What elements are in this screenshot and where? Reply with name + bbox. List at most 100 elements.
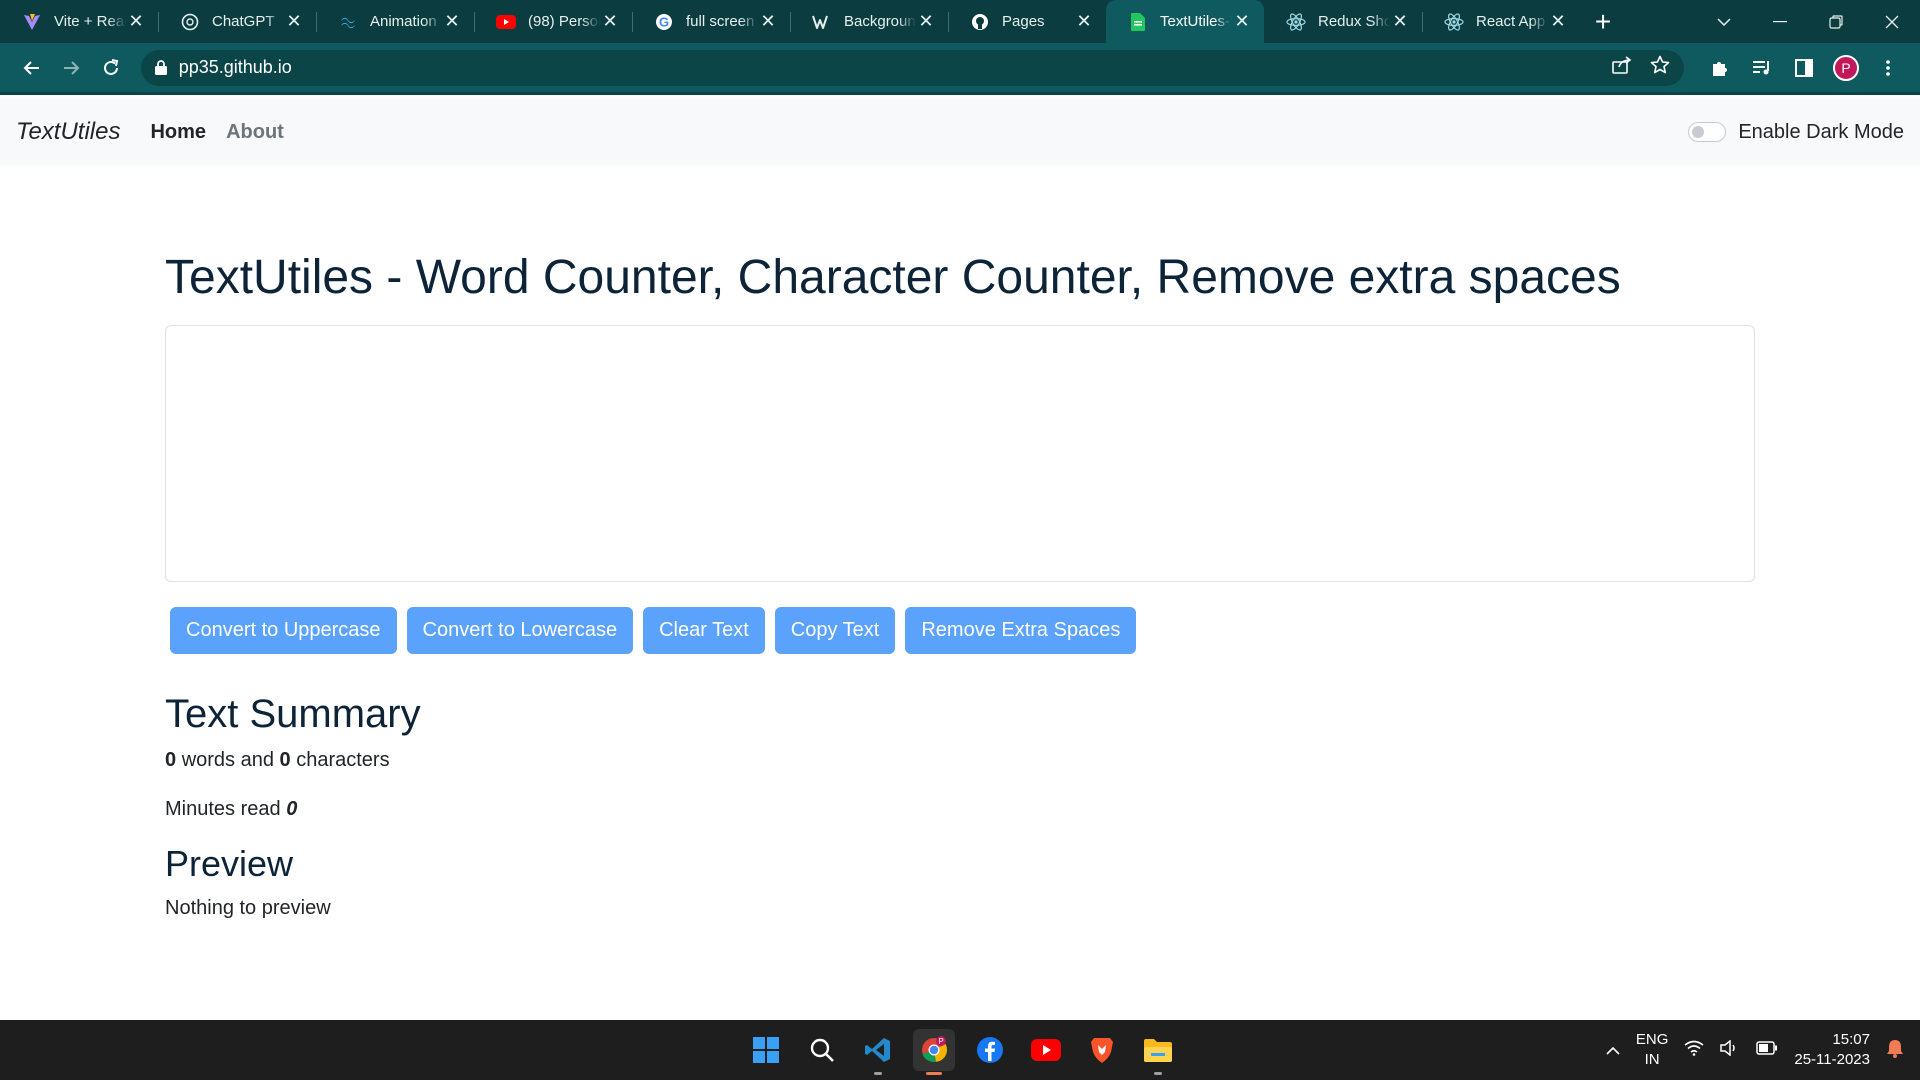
clock-date: 25-11-2023 <box>1794 1051 1870 1068</box>
tab-search-chevron-icon[interactable] <box>1696 0 1752 43</box>
browser-tab[interactable]: Background ✕ <box>790 0 948 43</box>
language-code: ENG <box>1635 1031 1669 1048</box>
text-input-area[interactable] <box>165 324 1755 582</box>
close-tab-icon[interactable]: ✕ <box>1548 11 1568 32</box>
app-navbar: TextUtiles Home About Enable Dark Mode <box>0 98 1920 166</box>
lock-icon[interactable] <box>154 60 167 75</box>
close-tab-icon[interactable]: ✕ <box>600 11 620 32</box>
clock-time: 15:07 <box>1832 1031 1870 1048</box>
minutes-read-label: Minutes read <box>165 797 281 820</box>
convert-lowercase-button[interactable]: Convert to Lowercase <box>406 606 634 654</box>
chrome-icon[interactable]: P <box>913 1029 955 1075</box>
browser-tab[interactable]: Redux Shop ✕ <box>1264 0 1422 43</box>
clear-text-button[interactable]: Clear Text <box>643 606 765 654</box>
main-content: TextUtiles - Word Counter, Character Cou… <box>165 166 1755 920</box>
brave-icon[interactable] <box>1081 1029 1123 1071</box>
google-icon: G <box>654 12 674 32</box>
tab-title: Redux Shop <box>1318 13 1390 30</box>
text-summary-heading: Text Summary <box>165 691 421 736</box>
reload-icon[interactable] <box>91 48 131 88</box>
more-menu-icon[interactable] <box>1868 48 1908 88</box>
file-explorer-icon[interactable] <box>1137 1029 1179 1075</box>
close-tab-icon[interactable]: ✕ <box>1074 11 1094 32</box>
close-tab-icon[interactable]: ✕ <box>284 11 304 32</box>
nav-link-about[interactable]: About <box>226 121 284 144</box>
minutes-read: Minutes read 0 <box>165 798 1755 821</box>
forward-arrow-icon[interactable] <box>52 48 92 88</box>
close-window-icon[interactable] <box>1864 0 1920 43</box>
browser-tab-active[interactable]: TextUtiles-Word ✕ <box>1106 0 1264 43</box>
youtube-icon <box>496 12 516 32</box>
restore-window-icon[interactable] <box>1808 0 1864 43</box>
close-tab-icon[interactable]: ✕ <box>916 11 936 32</box>
address-bar[interactable]: pp35.github.io <box>140 49 1684 86</box>
vite-icon <box>22 12 42 32</box>
side-panel-icon[interactable] <box>1784 48 1824 88</box>
input-language[interactable]: ENG IN <box>1636 1030 1669 1070</box>
system-tray: ENG IN 15:07 25-11-2023 <box>1606 1020 1904 1080</box>
vscode-icon[interactable] <box>857 1029 899 1075</box>
browser-tab[interactable]: Animation ✕ <box>316 0 474 43</box>
volume-icon[interactable] <box>1720 1039 1740 1060</box>
nav-link-home[interactable]: Home <box>150 121 206 144</box>
back-arrow-icon[interactable] <box>12 48 52 88</box>
wifi-icon[interactable] <box>1684 1040 1704 1060</box>
close-tab-icon[interactable]: ✕ <box>442 11 462 32</box>
copy-text-button[interactable]: Copy Text <box>774 606 896 654</box>
github-icon <box>970 12 990 32</box>
tab-title: Vite + React <box>54 13 126 30</box>
close-tab-icon[interactable]: ✕ <box>126 11 146 32</box>
minimize-window-icon[interactable] <box>1752 0 1808 43</box>
dark-mode-label[interactable]: Enable Dark Mode <box>1738 121 1904 144</box>
url-text[interactable]: pp35.github.io <box>179 57 292 78</box>
windows-start-icon[interactable] <box>745 1029 787 1071</box>
browser-tab[interactable]: React App ✕ <box>1422 0 1580 43</box>
close-tab-icon[interactable]: ✕ <box>758 11 778 32</box>
action-buttons: Convert to Uppercase Convert to Lowercas… <box>165 606 1755 654</box>
svg-text:P: P <box>938 1037 943 1046</box>
minutes-read-value: 0 <box>286 797 298 820</box>
browser-tab-strip: Vite + React ✕ ChatGPT ✕ Animation ✕ (98… <box>0 0 1920 43</box>
extensions-puzzle-icon[interactable] <box>1700 48 1740 88</box>
tailwind-icon <box>338 12 358 32</box>
preview-heading: Preview <box>165 842 294 884</box>
browser-tab[interactable]: Pages ✕ <box>948 0 1106 43</box>
word-count: 0 <box>165 748 177 771</box>
browser-tab[interactable]: G full screen ✕ <box>632 0 790 43</box>
dark-mode-toggle[interactable]: Enable Dark Mode <box>1688 121 1904 144</box>
youtube-app-icon[interactable] <box>1025 1029 1067 1071</box>
svg-text:G: G <box>659 14 669 29</box>
browser-tab[interactable]: ChatGPT ✕ <box>158 0 316 43</box>
windows-taskbar: P ENG IN 15:07 25-11-2023 <box>0 1020 1920 1080</box>
webflow-icon <box>812 12 832 32</box>
navbar-brand[interactable]: TextUtiles <box>16 118 120 146</box>
preview-text: Nothing to preview <box>165 896 331 919</box>
search-icon[interactable] <box>801 1029 843 1071</box>
convert-uppercase-button[interactable]: Convert to Uppercase <box>170 606 397 654</box>
profile-avatar-button[interactable]: P <box>1826 48 1866 88</box>
tab-title: ChatGPT <box>212 13 275 30</box>
switch-knob <box>1692 126 1705 138</box>
bookmark-star-icon[interactable] <box>1650 55 1670 80</box>
browser-tab[interactable]: (98) Personal ✕ <box>474 0 632 43</box>
browser-tab[interactable]: Vite + React ✕ <box>0 0 158 43</box>
notification-bell-icon[interactable] <box>1886 1038 1904 1062</box>
react-icon <box>1444 12 1464 32</box>
avatar[interactable]: P <box>1833 54 1859 81</box>
media-queue-icon[interactable] <box>1742 48 1782 88</box>
tab-title: Pages <box>1002 13 1045 30</box>
word-character-count: 0 words and 0 characters <box>165 749 1755 772</box>
words-label: words and <box>181 748 274 771</box>
close-tab-icon[interactable]: ✕ <box>1232 11 1252 32</box>
battery-icon[interactable] <box>1756 1041 1778 1059</box>
share-icon[interactable] <box>1612 56 1632 79</box>
show-hidden-icons-chevron-icon[interactable] <box>1606 1042 1620 1059</box>
new-tab-button[interactable]: + <box>1580 0 1626 43</box>
remove-extra-spaces-button[interactable]: Remove Extra Spaces <box>905 606 1137 654</box>
close-tab-icon[interactable]: ✕ <box>1390 11 1410 32</box>
facebook-icon[interactable] <box>969 1029 1011 1071</box>
system-clock[interactable]: 15:07 25-11-2023 <box>1794 1030 1870 1070</box>
tab-title: TextUtiles-Word <box>1160 13 1232 30</box>
chatgpt-icon <box>180 12 200 32</box>
dark-mode-switch[interactable] <box>1688 122 1727 142</box>
